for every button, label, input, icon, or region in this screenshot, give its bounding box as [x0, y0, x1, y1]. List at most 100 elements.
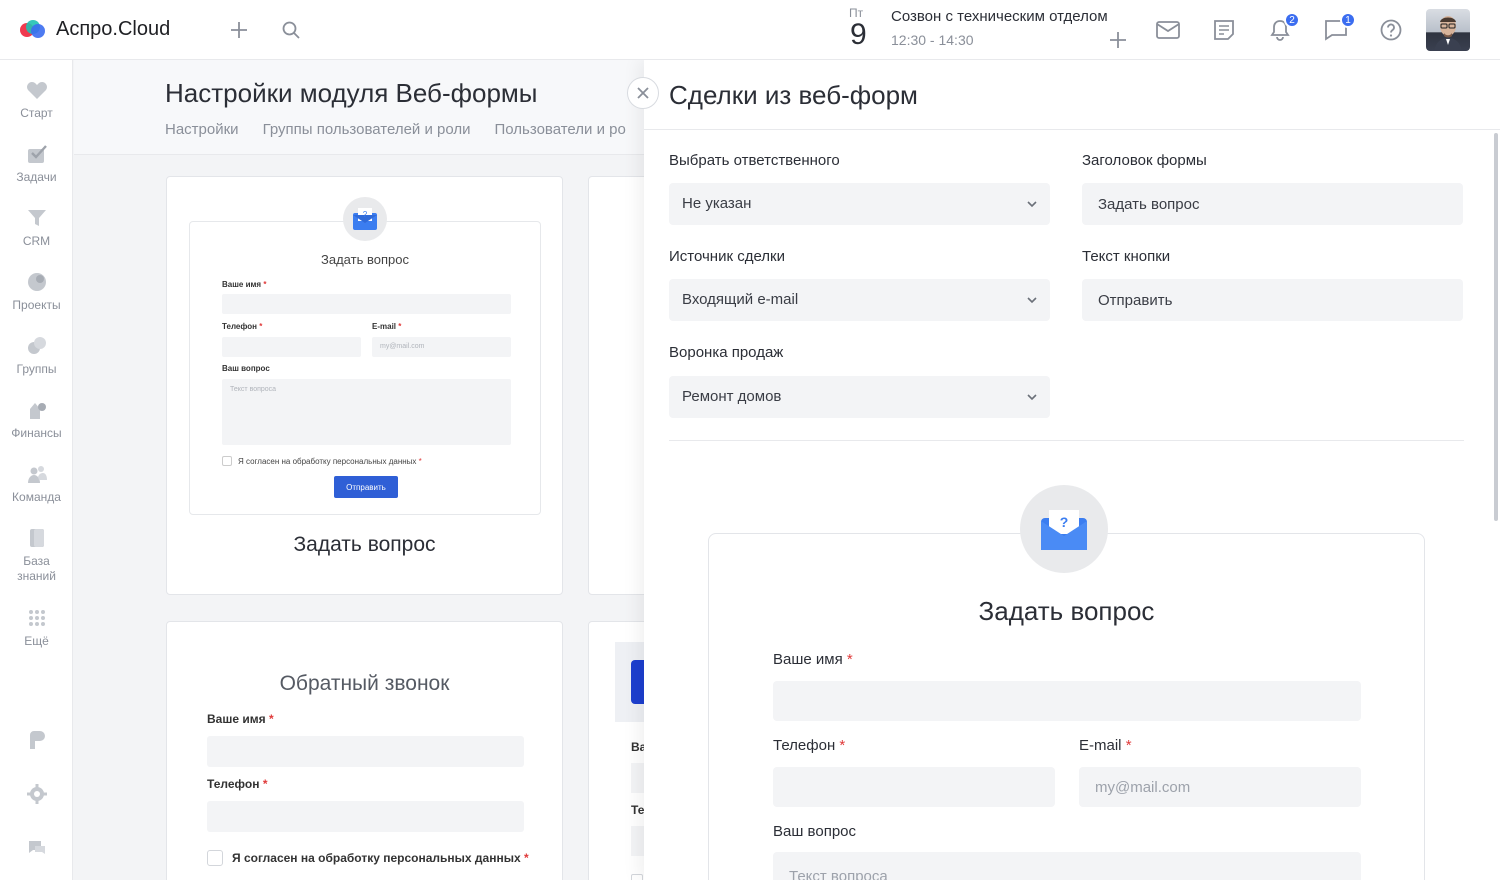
deal-source-select[interactable]: Входящий e-mail: [669, 279, 1050, 321]
deal-source-label: Источник сделки: [669, 248, 785, 265]
mini-phone-label: Телефон: [222, 322, 257, 331]
preview-question-input[interactable]: Текст вопроса: [773, 852, 1361, 880]
preview-email-placeholder: my@mail.com: [1095, 779, 1191, 796]
sidebar-item-crm[interactable]: CRM: [0, 206, 73, 249]
svg-text:?: ?: [1060, 514, 1069, 530]
deal-source-value: Входящий e-mail: [682, 291, 799, 308]
partial-label-2: Те: [631, 803, 645, 817]
sidebar-settings-button[interactable]: [0, 782, 73, 810]
sidebar-support-button[interactable]: [0, 836, 73, 864]
mini-phone-input: [222, 337, 361, 357]
mini-form-title: Задать вопрос: [321, 252, 409, 267]
tab-settings[interactable]: Настройки: [165, 121, 239, 138]
close-icon: [637, 87, 649, 99]
help-icon[interactable]: [1379, 18, 1403, 42]
mini-question-placeholder: Текст вопроса: [230, 386, 277, 393]
section-divider: [669, 440, 1464, 441]
sidebar-item-groups[interactable]: Группы: [0, 334, 73, 377]
sales-funnel-value: Ремонт домов: [682, 388, 782, 405]
preview-question-placeholder: Текст вопроса: [789, 868, 888, 880]
sidebar-item-finance[interactable]: Финансы: [0, 398, 73, 441]
tab-users-roles[interactable]: Пользователи и ро: [495, 121, 626, 138]
notes-icon[interactable]: [1212, 18, 1236, 42]
mini-consent-checkbox: [222, 456, 232, 466]
form-title-value: Задать вопрос: [1098, 196, 1200, 213]
preview-email-label: E-mail: [1079, 737, 1122, 754]
mini-email-label: E-mail: [372, 322, 397, 331]
sidebar-item-label: Проекты: [12, 298, 61, 312]
sidebar-item-label: Старт: [20, 106, 53, 120]
form-title-input[interactable]: Задать вопрос: [1082, 183, 1463, 225]
panel-title: Сделки из веб-форм: [669, 80, 918, 110]
event-day: 9: [850, 18, 867, 51]
preview-name-input[interactable]: [773, 681, 1361, 721]
preview-phone-input[interactable]: [773, 767, 1055, 807]
sidebar-brand-button[interactable]: [0, 728, 73, 756]
sidebar-item-label: Группы: [16, 362, 57, 376]
finance-icon: [25, 398, 49, 422]
form-title-label: Заголовок формы: [1082, 152, 1207, 169]
webform-card-callback[interactable]: Обратный звонок Ваше имя * Телефон * Я с…: [166, 621, 563, 880]
logo-mark-icon: [20, 19, 50, 41]
chevron-down-icon: [1026, 390, 1038, 408]
responsible-label: Выбрать ответственного: [669, 152, 840, 169]
button-text-label: Текст кнопки: [1082, 248, 1171, 265]
groups-icon: [25, 334, 49, 358]
sidebar-item-projects[interactable]: Проекты: [0, 270, 73, 313]
sidebar-item-start[interactable]: Старт: [0, 78, 73, 121]
plus-icon[interactable]: [227, 18, 251, 42]
mini-form-preview: Задать вопрос Ваше имя * Телефон * E-mai…: [189, 221, 541, 515]
close-panel-button[interactable]: [627, 77, 659, 109]
mini-question-input: Текст вопроса: [222, 379, 511, 445]
form-preview: Задать вопрос Ваше имя * Телефон * E-mai…: [708, 533, 1425, 880]
svg-text:?: ?: [363, 210, 368, 219]
tasks-icon: [25, 142, 49, 166]
preview-email-input[interactable]: my@mail.com: [1079, 767, 1361, 807]
preview-name-label: Ваше имя: [773, 651, 843, 668]
button-text-value: Отправить: [1098, 292, 1173, 309]
event-title: Созвон с техническим отделом: [891, 8, 1108, 25]
mail-icon[interactable]: [1156, 18, 1180, 42]
sidebar-item-knowledge-base[interactable]: База знаний: [0, 526, 73, 584]
event-time: 12:30 - 14:30: [891, 32, 974, 48]
envelope-question-icon: ?: [343, 197, 387, 241]
team-icon: [25, 462, 49, 486]
sidebar-item-label: Финансы: [11, 426, 62, 440]
page-tabs: Настройки Группы пользователей и роли По…: [165, 121, 626, 138]
webform-card-ask-question[interactable]: ? Задать вопрос Ваше имя * Телефон * E-m…: [166, 176, 563, 595]
search-icon[interactable]: [279, 18, 303, 42]
panel-scrollbar[interactable]: [1494, 133, 1498, 521]
mini-question-label: Ваш вопрос: [222, 364, 270, 373]
callback-consent-text: Я согласен на обработку персональных дан…: [232, 851, 521, 865]
book-icon: [25, 526, 49, 550]
sales-funnel-label: Воронка продаж: [669, 344, 784, 361]
notifications-badge: 2: [1284, 12, 1300, 28]
preview-phone-label: Телефон: [773, 737, 836, 754]
deals-from-webforms-panel: Сделки из веб-форм Выбрать ответственног…: [644, 60, 1500, 880]
user-avatar[interactable]: [1426, 9, 1470, 51]
sidebar-item-more[interactable]: Ещё: [0, 606, 73, 649]
page-title: Настройки модуля Веб-формы: [165, 78, 538, 108]
chevron-down-icon: [1026, 197, 1038, 215]
sidebar: Старт Задачи CRM Проекты Группы Финансы …: [0, 60, 73, 880]
sidebar-item-tasks[interactable]: Задачи: [0, 142, 73, 185]
logo-text: Аспро.Cloud: [56, 18, 171, 40]
callback-phone-input: [207, 801, 524, 832]
sidebar-item-label: Задачи: [16, 170, 57, 184]
bell-icon[interactable]: 2: [1268, 12, 1300, 42]
grid-dots-icon: [25, 606, 49, 630]
mini-email-input: my@mail.com: [372, 337, 511, 357]
logo[interactable]: Аспро.Cloud: [20, 18, 170, 41]
responsible-select[interactable]: Не указан: [669, 183, 1050, 225]
add-event-plus-icon[interactable]: [1106, 28, 1130, 52]
sidebar-item-team[interactable]: Команда: [0, 462, 73, 505]
mini-name-input: [222, 294, 511, 314]
button-text-input[interactable]: Отправить: [1082, 279, 1463, 321]
chat-icon[interactable]: 1: [1324, 12, 1356, 42]
card-caption: Задать вопрос: [293, 533, 436, 556]
sales-funnel-select[interactable]: Ремонт домов: [669, 376, 1050, 418]
callback-consent-checkbox: [207, 850, 223, 866]
messages-badge: 1: [1340, 12, 1356, 28]
tab-user-groups-roles[interactable]: Группы пользователей и роли: [263, 121, 471, 138]
projects-icon: [25, 270, 49, 294]
